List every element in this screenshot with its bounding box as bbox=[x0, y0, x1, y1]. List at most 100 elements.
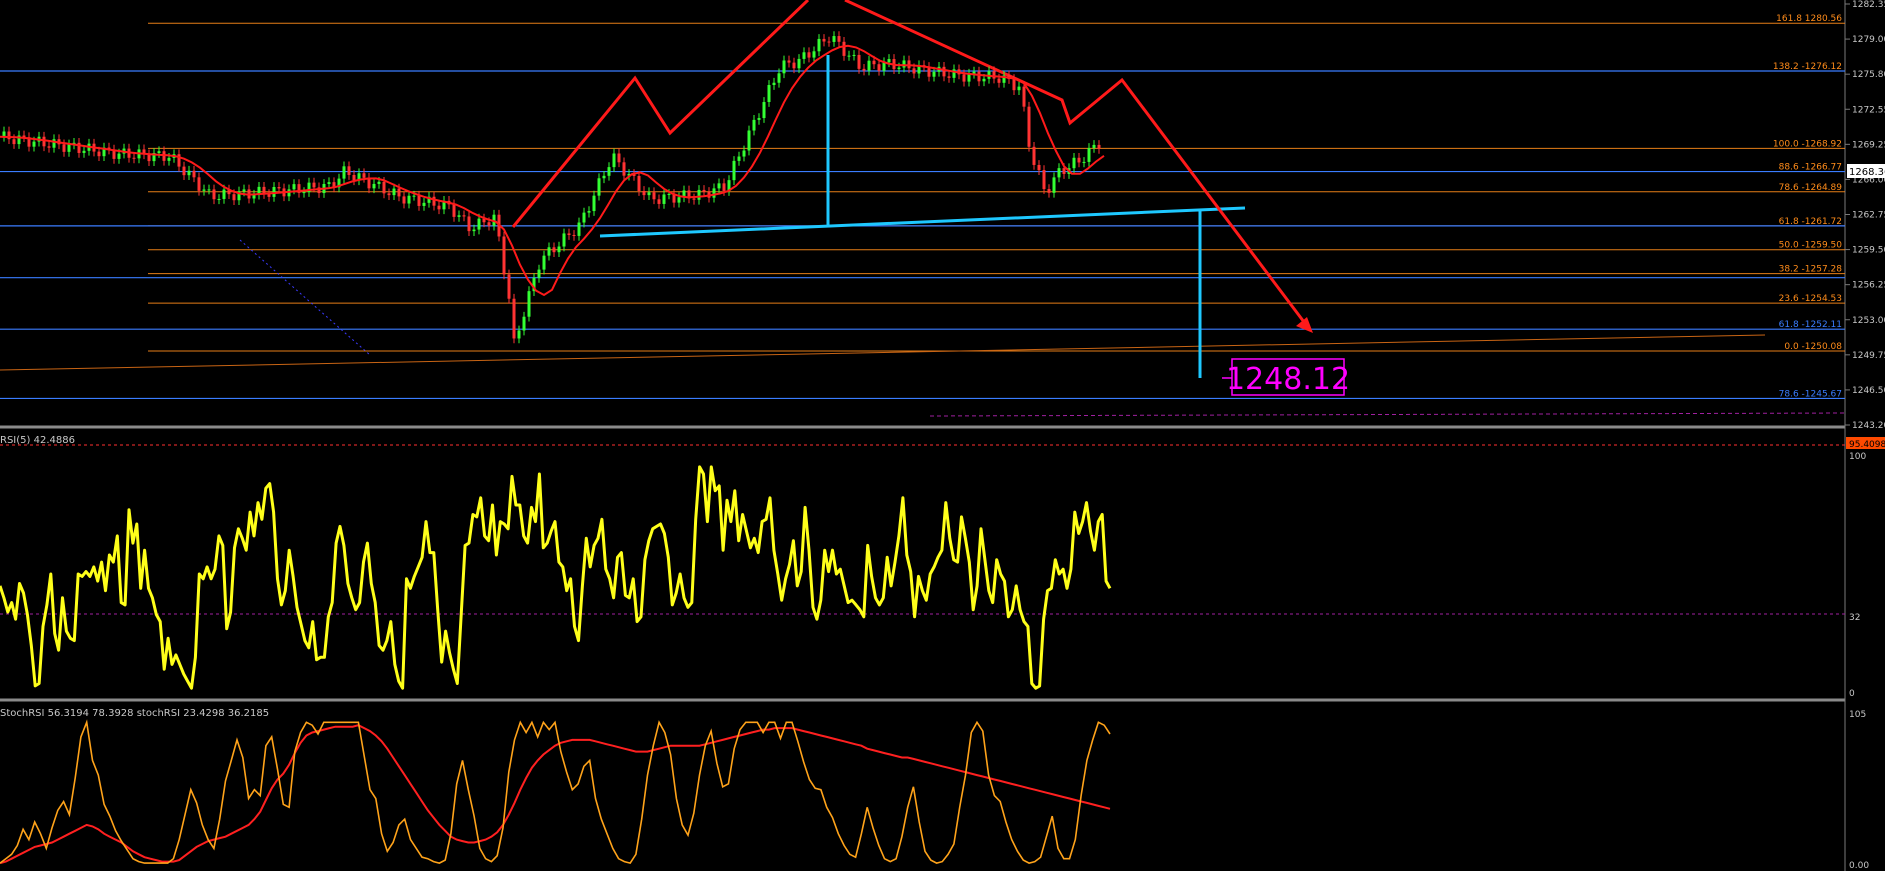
candle-body bbox=[622, 162, 626, 176]
current-price-text: 1268.36 bbox=[1849, 167, 1885, 178]
candle-body bbox=[762, 102, 766, 119]
candle-body bbox=[877, 64, 881, 71]
candle-body bbox=[842, 41, 846, 56]
candle-body bbox=[352, 174, 356, 181]
candle-body bbox=[662, 194, 666, 204]
candle-body bbox=[1027, 106, 1031, 147]
candle-body bbox=[242, 189, 246, 192]
candle-body bbox=[852, 54, 856, 56]
candle-body bbox=[847, 55, 851, 57]
fib-orange-label: 0.0 -1250.08 bbox=[1784, 342, 1842, 352]
stoch-tick-label: 105 bbox=[1849, 710, 1866, 720]
candle-body bbox=[667, 193, 671, 195]
trading-chart: 161.8 1280.56138.2 -1276.12100.0 -1268.9… bbox=[0, 0, 1885, 871]
candle-body bbox=[267, 194, 271, 197]
price-axis-tick-label: 1249.75 bbox=[1852, 351, 1885, 361]
candle-body bbox=[182, 166, 186, 176]
candle-body bbox=[387, 193, 391, 196]
candle-body bbox=[167, 157, 171, 161]
candle-body bbox=[52, 139, 56, 148]
price-axis-tick-label: 1253.00 bbox=[1852, 316, 1885, 326]
candle-body bbox=[67, 144, 71, 152]
candle-body bbox=[617, 153, 621, 163]
rsi-tick-label: 32 bbox=[1849, 613, 1860, 623]
candle-body bbox=[527, 291, 531, 317]
candle-body bbox=[1077, 157, 1081, 163]
rsi-tick-label: 100 bbox=[1849, 452, 1866, 462]
candle-body bbox=[767, 85, 771, 103]
candle-body bbox=[477, 218, 481, 230]
candle-body bbox=[772, 82, 776, 86]
candle-body bbox=[1057, 168, 1061, 178]
candle-body bbox=[712, 188, 716, 198]
candle-body bbox=[47, 146, 51, 148]
candle-body bbox=[602, 175, 606, 179]
candle-body bbox=[777, 73, 781, 83]
candle-body bbox=[562, 233, 566, 247]
candle-body bbox=[747, 130, 751, 151]
fib-orange-label: 50.0 -1259.50 bbox=[1779, 241, 1843, 251]
candle-body bbox=[457, 215, 461, 217]
candle-body bbox=[932, 71, 936, 77]
candle-body bbox=[1052, 177, 1056, 193]
candle-body bbox=[537, 269, 541, 278]
candle-body bbox=[547, 247, 551, 256]
candle-body bbox=[872, 60, 876, 65]
candle-body bbox=[647, 192, 651, 196]
candle-body bbox=[827, 41, 831, 43]
candle-body bbox=[887, 59, 891, 63]
candle-body bbox=[997, 78, 1001, 83]
price-axis-tick-label: 1262.75 bbox=[1852, 211, 1885, 221]
candle-body bbox=[517, 330, 521, 339]
candle-body bbox=[502, 236, 506, 275]
candle-body bbox=[392, 188, 396, 196]
candle-body bbox=[12, 139, 16, 145]
candle-body bbox=[1072, 157, 1076, 169]
candle-body bbox=[432, 196, 436, 206]
candle-body bbox=[1012, 79, 1016, 91]
current-price-badge: 1268.36 bbox=[1847, 164, 1885, 178]
candle-body bbox=[32, 141, 36, 147]
candle-body bbox=[187, 170, 191, 176]
candle-body bbox=[882, 62, 886, 71]
candle-body bbox=[552, 247, 556, 253]
candle-body bbox=[342, 166, 346, 179]
candle-body bbox=[572, 234, 576, 236]
candle-body bbox=[902, 60, 906, 68]
candle-body bbox=[82, 150, 86, 153]
candle-body bbox=[522, 316, 526, 331]
candle-body bbox=[1062, 168, 1066, 174]
candle-body bbox=[677, 197, 681, 203]
candle-body bbox=[97, 151, 101, 157]
stoch-title: StochRSI 56.3194 78.3928 stochRSI 23.429… bbox=[0, 708, 269, 719]
candle-body bbox=[722, 183, 726, 192]
candle-body bbox=[697, 189, 701, 200]
candle-body bbox=[402, 196, 406, 204]
candle-body bbox=[897, 67, 901, 70]
candle-body bbox=[462, 215, 466, 217]
candle-body bbox=[962, 74, 966, 82]
candle-body bbox=[702, 189, 706, 192]
candle-body bbox=[807, 52, 811, 58]
candle-body bbox=[1017, 86, 1021, 91]
candle-body bbox=[487, 222, 491, 226]
stoch-tick-label: 0.00 bbox=[1849, 861, 1869, 871]
candle-body bbox=[117, 153, 121, 159]
candle-body bbox=[637, 175, 641, 192]
candle-body bbox=[837, 36, 841, 42]
candle-body bbox=[1047, 189, 1051, 193]
candle-body bbox=[157, 151, 161, 154]
candle-body bbox=[192, 170, 196, 178]
candle-body bbox=[542, 255, 546, 270]
price-axis-tick-label: 1246.50 bbox=[1852, 386, 1885, 396]
candle-body bbox=[277, 186, 281, 189]
candle-body bbox=[792, 62, 796, 69]
candle-body bbox=[272, 186, 276, 197]
candle-body bbox=[587, 211, 591, 213]
fib-orange-label: 38.2 -1257.28 bbox=[1779, 265, 1843, 275]
fib-blue-label: 78.6 -1245.67 bbox=[1779, 389, 1842, 399]
price-axis-tick-label: 1269.25 bbox=[1852, 140, 1885, 150]
candle-body bbox=[597, 178, 601, 196]
target-price-label[interactable]: 1248.12 bbox=[1222, 358, 1350, 397]
price-axis-tick-label: 1259.50 bbox=[1852, 246, 1885, 256]
